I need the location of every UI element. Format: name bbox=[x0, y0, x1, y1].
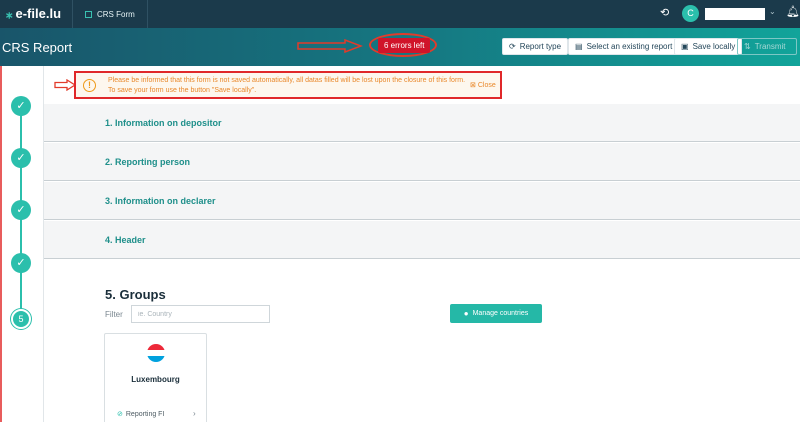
reporting-fi-link[interactable]: ⊘ Reporting FI bbox=[117, 410, 164, 418]
document-icon: ▤ bbox=[575, 42, 583, 51]
manage-countries-label: Manage countries bbox=[472, 310, 529, 317]
page-title: CRS Report bbox=[2, 40, 73, 55]
logo-mark-icon: ⁎ bbox=[6, 6, 13, 21]
form-icon bbox=[85, 10, 92, 18]
report-type-label: Report type bbox=[519, 42, 562, 51]
country-name: Luxembourg bbox=[131, 375, 180, 384]
section-label: 2. Reporting person bbox=[105, 157, 191, 167]
step-2-done[interactable]: ✓ bbox=[11, 148, 31, 168]
manage-countries-button[interactable]: ● Manage countries bbox=[450, 304, 542, 323]
section-reporting-person[interactable]: 2. Reporting person bbox=[44, 143, 800, 181]
annotation-arrow-icon bbox=[297, 39, 363, 53]
chevron-down-icon[interactable]: ⌄ bbox=[769, 7, 776, 16]
step-3-done[interactable]: ✓ bbox=[11, 200, 31, 220]
tab-crs-form[interactable]: CRS Form bbox=[72, 0, 148, 28]
section-label: 3. Information on declarer bbox=[105, 196, 216, 206]
close-warning-button[interactable]: ⊠ Close bbox=[470, 81, 496, 89]
save-locally-label: Save locally bbox=[692, 42, 736, 51]
unsaved-warning: ! Please be informed that this form is n… bbox=[74, 71, 502, 99]
report-type-button[interactable]: ⟳ Report type bbox=[502, 38, 569, 55]
section-label: 1. Information on depositor bbox=[105, 118, 222, 128]
filter-label: Filter bbox=[105, 310, 123, 319]
errors-badge[interactable]: 6 errors left bbox=[378, 38, 431, 53]
country-card-luxembourg[interactable]: Luxembourg ⊘ Reporting FI › bbox=[104, 333, 207, 422]
luxembourg-flag-icon bbox=[147, 344, 165, 362]
annotation-arrow-icon bbox=[54, 79, 76, 91]
tab-label: CRS Form bbox=[97, 9, 135, 19]
warning-icon: ! bbox=[83, 79, 96, 92]
save-icon: ▣ bbox=[681, 42, 689, 51]
avatar[interactable]: C bbox=[682, 5, 699, 22]
refresh-icon: ⟳ bbox=[509, 42, 516, 51]
chevron-right-icon[interactable]: › bbox=[193, 409, 196, 418]
step-4-done[interactable]: ✓ bbox=[11, 253, 31, 273]
warning-text: Please be informed that this form is not… bbox=[108, 77, 466, 94]
bell-icon[interactable]: 🔔︎ bbox=[786, 5, 800, 18]
save-locally-button[interactable]: ▣ Save locally bbox=[674, 38, 743, 55]
groups-title: 5. Groups bbox=[105, 287, 166, 302]
select-existing-report-button[interactable]: ▤ Select an existing report bbox=[568, 38, 680, 55]
globe-icon: ● bbox=[463, 309, 469, 318]
logo-text: e-file.lu bbox=[15, 6, 62, 21]
report-header: CRS Report 6 errors left ⟳ Report type ▤… bbox=[0, 28, 800, 66]
section-declarer[interactable]: 3. Information on declarer bbox=[44, 182, 800, 220]
transmit-button[interactable]: ⇅ Transmit bbox=[737, 38, 797, 55]
section-header[interactable]: 4. Header bbox=[44, 221, 800, 259]
username-redacted[interactable] bbox=[705, 8, 765, 20]
transmit-icon: ⇅ bbox=[744, 42, 751, 51]
transmit-label: Transmit bbox=[754, 42, 786, 51]
step-1-done[interactable]: ✓ bbox=[11, 96, 31, 116]
sync-icon[interactable]: ⟲ bbox=[660, 6, 669, 19]
step-5-current[interactable]: 5 bbox=[11, 309, 31, 329]
reporting-fi-label: Reporting FI bbox=[125, 411, 165, 418]
close-icon: ⊠ bbox=[470, 82, 476, 89]
select-existing-label: Select an existing report bbox=[586, 42, 673, 51]
app-logo[interactable]: ⁎ e-file.lu bbox=[6, 6, 61, 22]
section-depositor[interactable]: 1. Information on depositor bbox=[44, 104, 800, 142]
close-label: Close bbox=[477, 82, 496, 89]
top-bar: ⁎ e-file.lu CRS Form ⟲ C ⌄ 🔔︎ bbox=[0, 0, 800, 28]
check-circle-icon: ⊘ bbox=[117, 411, 123, 418]
filter-input[interactable] bbox=[131, 305, 270, 323]
section-label: 4. Header bbox=[105, 235, 146, 245]
progress-rail: ✓ ✓ ✓ ✓ 5 bbox=[0, 66, 44, 422]
